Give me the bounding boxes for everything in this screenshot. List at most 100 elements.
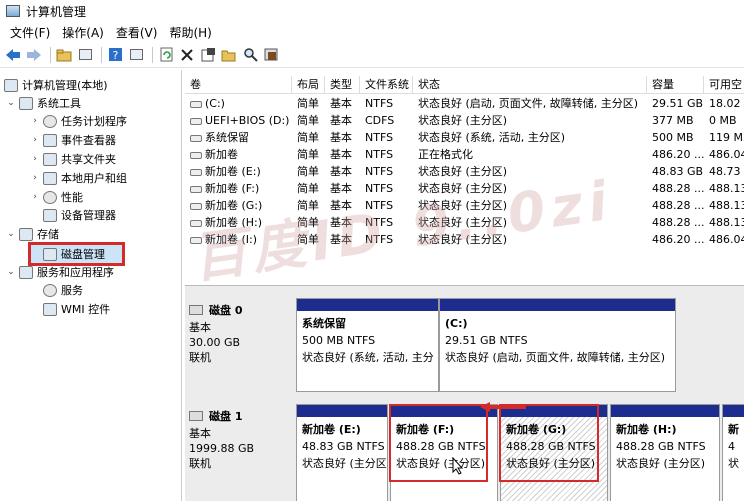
chevron-down-icon[interactable]: ⌄ — [6, 229, 16, 239]
tree-services[interactable]: 服务 — [43, 281, 83, 299]
cell-text: 状态良好 (主分区) — [418, 216, 508, 229]
help-button[interactable]: ? — [106, 46, 124, 64]
table-row[interactable]: 新加卷 (I:) 简单 基本 NTFS 状态良好 (主分区) 486.20 ... 486.… — [185, 231, 744, 246]
partition-status: 状 — [728, 457, 739, 470]
partition-e[interactable]: 新加卷 (E:) 48.83 GB NTFS 状态良好 (主分区 — [296, 404, 388, 501]
disk-0-label[interactable]: 磁盘 0 基本 30.00 GB 联机 — [189, 302, 295, 365]
users-icon — [43, 171, 57, 185]
partition-f-highlight — [389, 404, 488, 482]
tree-shared-folders[interactable]: › 共享文件夹 — [30, 150, 116, 168]
chevron-right-icon[interactable]: › — [30, 192, 40, 202]
disk-0-state: 联机 — [189, 351, 211, 364]
chevron-right-icon[interactable]: › — [30, 116, 40, 126]
tree-device-manager[interactable]: 设备管理器 — [43, 206, 116, 224]
forward-button[interactable] — [25, 46, 43, 64]
tree-label: 共享文件夹 — [61, 153, 116, 166]
partition-size: 29.51 GB NTFS — [445, 334, 528, 347]
partition-name: (C:) — [445, 317, 468, 330]
properties-icon — [201, 48, 215, 62]
cell-text: 基本 — [330, 114, 352, 127]
partition-h[interactable]: 新加卷 (H:) 488.28 GB NTFS 状态良好 (主分区) — [610, 404, 720, 501]
table-row[interactable]: 新加卷 (F:) 简单 基本 NTFS 状态良好 (主分区) 488.28 ... 488.… — [185, 180, 744, 197]
cell-text: 状态良好 (主分区) — [418, 233, 508, 246]
cell-status: 状态良好 (主分区) — [413, 197, 647, 214]
partition-status: 状态良好 (主分区 — [302, 457, 387, 470]
menu-view[interactable]: 查看(V) — [110, 24, 164, 41]
chevron-right-icon[interactable]: › — [30, 135, 40, 145]
cell-text: 48.73 G — [709, 165, 744, 178]
disk-settings-button[interactable] — [262, 46, 280, 64]
partition-system-reserved[interactable]: 系统保留 500 MB NTFS 状态良好 (系统, 活动, 主分 — [296, 298, 439, 392]
tree-label: 系统工具 — [37, 97, 81, 110]
chevron-down-icon[interactable]: ⌄ — [6, 267, 16, 277]
cell-text: 486.20 ... — [652, 233, 704, 246]
column-header-status[interactable]: 状态 — [413, 76, 647, 94]
cell-text: 基本 — [330, 182, 352, 195]
disk-settings-icon — [264, 48, 277, 61]
chevron-right-icon[interactable]: › — [30, 154, 40, 164]
tree-disk-management[interactable]: 磁盘管理 — [43, 245, 105, 263]
cell-text: NTFS — [365, 199, 394, 212]
open-folder-button[interactable] — [220, 46, 238, 64]
disk-1-label[interactable]: 磁盘 1 基本 1999.88 GB 联机 — [189, 408, 295, 471]
column-header-volume[interactable]: 卷 — [185, 76, 292, 94]
cell-text: 简单 — [297, 182, 319, 195]
tree-root[interactable]: 计算机管理(本地) — [4, 76, 108, 94]
column-header-capacity[interactable]: 容量 — [647, 76, 704, 94]
table-row[interactable]: 新加卷 (G:) 简单 基本 NTFS 状态良好 (主分区) 488.28 ... 488.… — [185, 197, 744, 214]
delete-button[interactable] — [178, 46, 196, 64]
tree-storage[interactable]: ⌄ 存储 — [6, 225, 59, 243]
menu-action[interactable]: 操作(A) — [56, 24, 110, 41]
tree-services-apps[interactable]: ⌄ 服务和应用程序 — [6, 263, 114, 281]
partition-name: 新加卷 (H:) — [616, 423, 677, 436]
back-button[interactable] — [4, 46, 22, 64]
tree-wmi[interactable]: WMI 控件 — [43, 300, 110, 318]
column-header-layout[interactable]: 布局 — [292, 76, 325, 94]
volume-icon — [190, 202, 202, 210]
tree-label: 事件查看器 — [61, 134, 116, 147]
properties-button[interactable] — [199, 46, 217, 64]
table-row[interactable]: 新加卷 (H:) 简单 基本 NTFS 状态良好 (主分区) 488.28 ... 488.… — [185, 214, 744, 231]
cell-text: 简单 — [297, 114, 319, 127]
column-header-free-space[interactable]: 可用空 — [704, 76, 744, 94]
table-row[interactable]: 新加卷 简单 基本 NTFS 正在格式化 486.20 ... 486.04 — [185, 146, 744, 163]
cell-text: 状态良好 (主分区) — [418, 165, 508, 178]
chevron-right-icon[interactable]: › — [30, 173, 40, 183]
disk-0-type: 基本 — [189, 321, 211, 334]
cell-text: 377 MB — [652, 114, 694, 127]
disk-1-name: 磁盘 1 — [209, 410, 243, 423]
toolbar-separator — [152, 46, 153, 63]
storage-icon — [19, 227, 33, 241]
tree-local-users[interactable]: › 本地用户和组 — [30, 169, 127, 187]
refresh-button[interactable] — [157, 46, 175, 64]
column-header-filesystem[interactable]: 文件系统 — [360, 76, 413, 94]
tree-task-scheduler[interactable]: › 任务计划程序 — [30, 112, 127, 130]
chevron-down-icon[interactable]: ⌄ — [6, 98, 16, 108]
show-hide-tree-button[interactable] — [76, 46, 94, 64]
partition-i[interactable]: 新 4 状 — [722, 404, 744, 501]
cell-status: 正在格式化 — [413, 146, 647, 163]
column-header-type[interactable]: 类型 — [325, 76, 360, 94]
tree-label: 性能 — [61, 191, 83, 204]
cell-free-space: 486.04 — [704, 146, 744, 163]
cell-text: 基本 — [330, 199, 352, 212]
annotation-arrow-icon — [480, 402, 526, 412]
search-button[interactable] — [241, 46, 259, 64]
table-row[interactable]: 系统保留 简单 基本 NTFS 状态良好 (系统, 活动, 主分区) 500 MB 119 … — [185, 129, 744, 146]
tree-performance[interactable]: › 性能 — [30, 188, 83, 206]
cell-volume: 新加卷 (G:) — [185, 197, 292, 214]
cell-type: 基本 — [325, 95, 360, 112]
table-row[interactable]: UEFI+BIOS (D:) 简单 基本 CDFS 状态良好 (主分区) 377 MB 0 … — [185, 112, 744, 129]
cell-text: 新加卷 (E:) — [205, 165, 261, 178]
show-hide-action-button[interactable] — [127, 46, 145, 64]
partition-c[interactable]: (C:) 29.51 GB NTFS 状态良好 (启动, 页面文件, 故障转储,… — [439, 298, 676, 392]
table-row[interactable]: (C:) 简单 基本 NTFS 状态良好 (启动, 页面文件, 故障转储, 主分区) 29… — [185, 95, 744, 112]
table-row[interactable]: 新加卷 (E:) 简单 基本 NTFS 状态良好 (主分区) 48.83 GB 48.73 … — [185, 163, 744, 180]
up-folder-button[interactable] — [55, 46, 73, 64]
tree-event-viewer[interactable]: › 事件查看器 — [30, 131, 116, 149]
menu-help[interactable]: 帮助(H) — [163, 24, 217, 41]
tree-system-tools[interactable]: ⌄ 系统工具 — [6, 94, 81, 112]
menu-file[interactable]: 文件(F) — [4, 24, 56, 41]
tree-label: 磁盘管理 — [61, 248, 105, 261]
cell-text: 48.83 GB — [652, 165, 704, 178]
